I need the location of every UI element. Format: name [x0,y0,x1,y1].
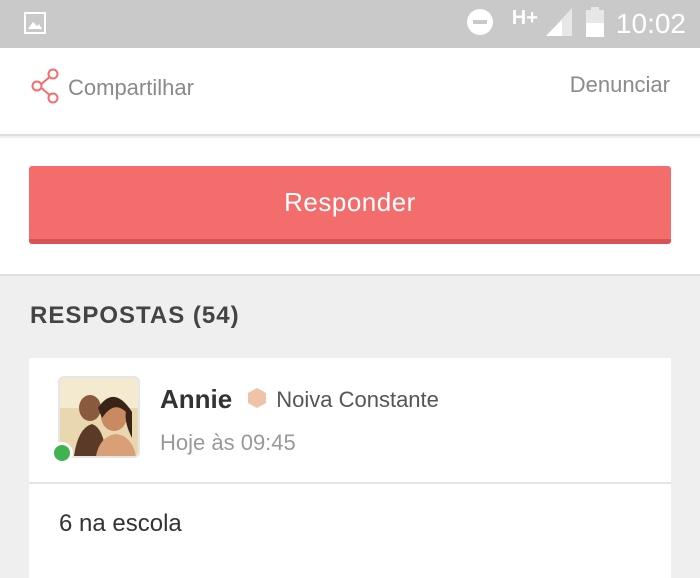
share-icon [30,68,60,109]
author-line: Annie Noiva Constante [160,384,439,415]
answer-text: 6 na escola [59,510,182,537]
action-bar: Compartilhar Denunciar [0,48,700,136]
author-name[interactable]: Annie [160,384,232,415]
rank-badge-icon [248,388,267,413]
signal-icon [545,7,572,41]
battery-icon [585,6,604,42]
reply-section: Responder [0,138,700,276]
report-button[interactable]: Denunciar [570,72,670,98]
clock: 10:02 [615,8,686,39]
reply-button[interactable]: Responder [29,166,671,244]
answer-timestamp: Hoje às 09:45 [160,430,296,455]
share-label: Compartilhar [68,75,194,100]
answers-title: RESPOSTAS (54) [30,302,240,329]
online-status-dot [51,442,73,464]
answer-card: Annie Noiva Constante Hoje às 09:45 6 na… [29,358,671,578]
gallery-icon [24,12,46,39]
author-rank: Noiva Constante [276,386,439,412]
network-type: H+ [511,6,538,29]
do-not-disturb-icon [466,8,494,41]
share-button[interactable]: Compartilhar [30,68,194,108]
status-bar: H+ 10:02 [0,0,700,48]
answer-header: Annie Noiva Constante Hoje às 09:45 [29,358,671,484]
